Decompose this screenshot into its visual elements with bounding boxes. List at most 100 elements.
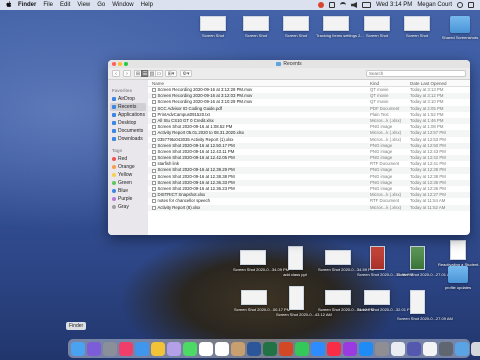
powerpoint-icon[interactable] [279,341,293,356]
desktop-icon[interactable]: Screen Shot 2020-0...34.12 PM [318,290,374,312]
music-icon[interactable] [327,341,341,356]
siri-icon[interactable] [87,341,101,356]
close-button[interactable] [112,62,116,66]
desktop-icon[interactable]: Screen Shot [357,16,397,38]
desktop-icon[interactable]: Screen Shot 2020-0...34.09 PM [233,250,289,272]
excel-icon[interactable] [263,341,277,356]
user-name[interactable]: Megan Court [417,2,452,8]
sidebar-tag-yellow[interactable]: Yellow [108,171,148,179]
search-icon[interactable] [457,2,463,8]
sidebar-tag-blue[interactable]: Blue [108,187,148,195]
word-icon[interactable] [247,341,261,356]
menu-file[interactable]: File [43,2,53,8]
textedit-icon[interactable] [423,341,437,356]
sidebar-item-airdrop[interactable]: AirDrop [108,95,148,103]
desktop-icon[interactable]: add class ppt [275,246,315,277]
sidebar-tag-orange[interactable]: Orange [108,163,148,171]
sidebar-item-label: Purple [118,196,133,202]
sidebar-item-documents[interactable]: Documents [108,127,148,135]
sidebar-tag-gray[interactable]: Gray [108,203,148,211]
sidebar-item-applications[interactable]: Applications [108,111,148,119]
window-titlebar[interactable]: Recents [108,60,470,68]
apple-menu-icon[interactable] [6,0,12,10]
gallery-view-button[interactable]: ▭ [155,70,163,77]
sidebar-tag-purple[interactable]: Purple [108,195,148,203]
desktop-icon[interactable]: Screen Shot 2020-0...27.09 AM [397,290,453,321]
search-input[interactable] [366,70,466,77]
action-button[interactable]: ⚙▾ [180,70,192,77]
desktop-icon[interactable]: Screen Shot 2020-0...32.01 PM [357,290,413,312]
launchpad-icon[interactable] [103,341,117,356]
facetime-icon[interactable] [295,341,309,356]
safari-icon[interactable] [135,341,149,356]
desktop-icon[interactable]: Reactivating a Student...ust.doc [438,240,480,267]
sidebar-item-label: Gray [118,204,129,210]
sidebar-tag-green[interactable]: Green [108,179,148,187]
teams-icon[interactable] [407,341,421,356]
wifi-icon[interactable] [340,2,347,8]
table-row[interactable]: Activity Report (8).xlsx Micros...k (.xls… [148,204,470,211]
menu-bar: Finder File Edit View Go Window Help Wed… [0,0,480,10]
battery-icon[interactable] [362,2,372,8]
clock-text[interactable]: Wed 3:14 PM [376,2,412,8]
tag-dot-icon [112,181,116,185]
zoom-icon[interactable] [311,341,325,356]
column-header-name[interactable]: Name [148,80,370,86]
menu-help[interactable]: Help [141,2,153,8]
preview-icon[interactable] [391,341,405,356]
status-dot-icon[interactable] [318,2,325,8]
zoom-button[interactable] [124,62,128,66]
desktop-icon[interactable]: Screen Shot 2020-0...27.01 AM [397,246,453,277]
airdrop-icon [112,97,116,101]
photos-icon[interactable] [167,341,181,356]
menu-edit[interactable]: Edit [60,2,70,8]
calendar-icon[interactable] [215,341,229,356]
desktop-icon[interactable]: Tracking Items settings 2... [316,16,364,38]
volume-icon[interactable] [351,2,358,8]
desktop-icon[interactable]: Screen Shot [276,16,316,38]
document-thumbnail [287,246,303,270]
trash-icon[interactable] [471,341,480,356]
bluetooth-icon[interactable] [329,2,336,8]
desktop-icon-label: Screen Shot [284,33,307,38]
minimize-button[interactable] [118,62,122,66]
desktop-icon[interactable]: Screen Shot [397,16,437,38]
sidebar-item-desktop[interactable]: Desktop [108,119,148,127]
desktop-folder[interactable]: profile updates [438,266,478,290]
app-menu-finder[interactable]: Finder [18,2,36,8]
desktop-icon[interactable]: Screen Shot [236,16,276,38]
messages-icon[interactable] [183,341,197,356]
group-by-button[interactable]: ⊞▾ [165,70,177,77]
contacts-icon[interactable] [231,341,245,356]
system-preferences-icon[interactable] [375,341,389,356]
screenshot-icon[interactable] [439,341,453,356]
desktop-icon[interactable]: Screen Shot 2020-0...32.36 PM [357,246,413,277]
column-header-date[interactable]: Date Last Opened [410,80,470,86]
column-header-kind[interactable]: Kind [370,80,410,86]
menu-view[interactable]: View [77,2,90,8]
sidebar-tag-red[interactable]: Red [108,155,148,163]
sidebar-item-downloads[interactable]: Downloads [108,135,148,143]
finder-icon[interactable] [71,341,85,356]
desktop-icon-label: Shared Screenshots [441,35,479,40]
notes-icon[interactable] [199,341,213,356]
chrome-icon[interactable] [151,341,165,356]
menu-window[interactable]: Window [112,2,133,8]
flashcards-icon[interactable] [119,341,133,356]
downloads-stack-icon[interactable] [455,341,469,356]
sidebar-item-recents[interactable]: Recents [110,103,146,111]
control-center-icon[interactable] [468,2,474,8]
desktop-icon[interactable]: Screen Shot 2020-0...43.12 AM [276,286,332,317]
desktop-icon[interactable]: Screen Shot [193,16,233,38]
file-icon [152,119,156,124]
file-icon [152,162,156,167]
forward-button[interactable]: › [123,70,131,77]
desktop-icon[interactable]: Screen Shot 2020-0...00.17 PM [234,290,290,312]
app-store-icon[interactable] [359,341,373,356]
menu-go[interactable]: Go [97,2,105,8]
desktop-folder[interactable]: Shared Screenshots [440,16,480,40]
screenshot-thumbnail [409,246,425,270]
back-button[interactable]: ‹ [112,70,120,77]
podcasts-icon[interactable] [343,341,357,356]
desktop-icon[interactable]: Screen Shot 2020-0...34.59 PM [318,250,374,272]
